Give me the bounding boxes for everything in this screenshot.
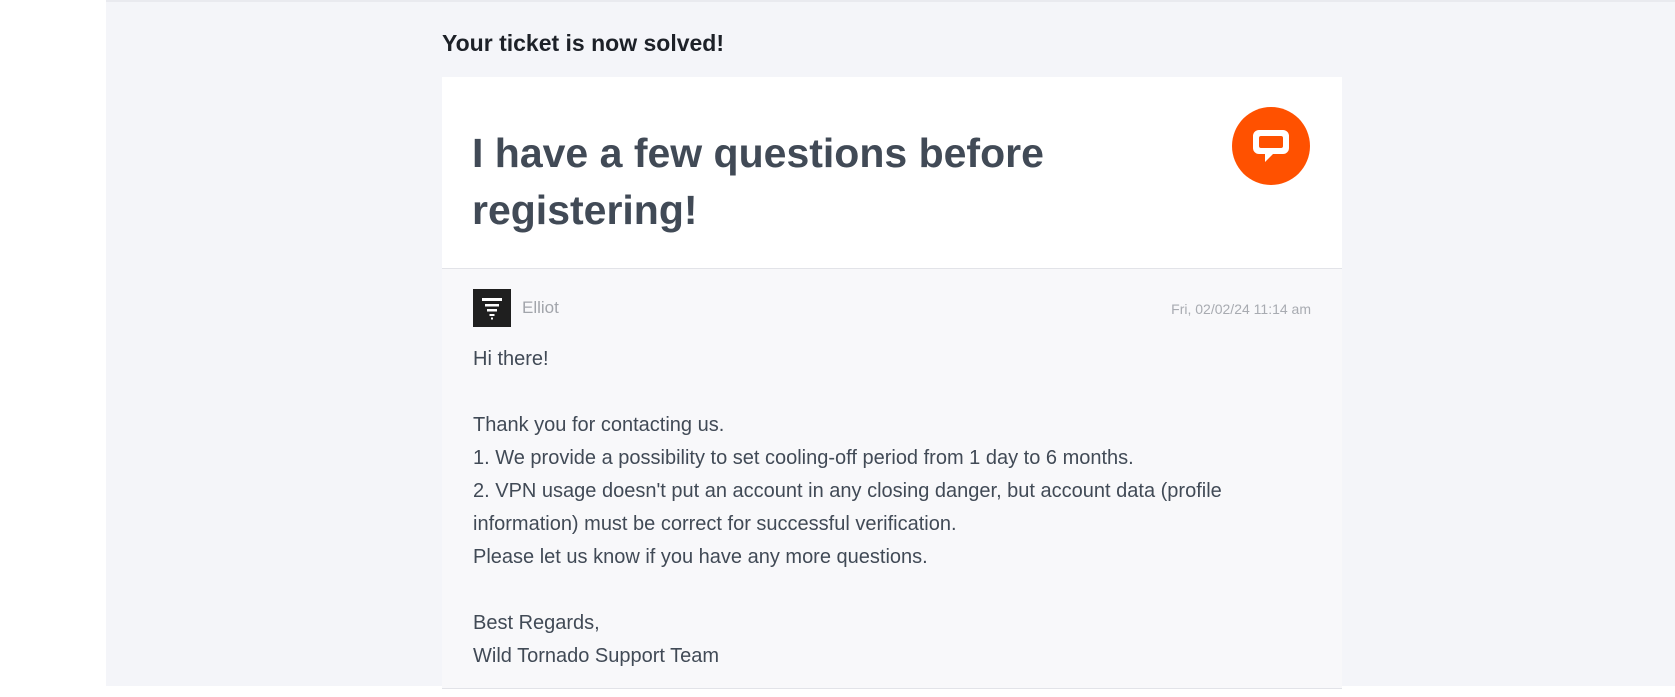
author-name: Elliot: [522, 298, 559, 317]
left-panel: [0, 0, 106, 686]
message-signoff: Best Regards,: [473, 612, 600, 634]
message-line: 1. We provide a possibility to set cooli…: [473, 447, 1134, 469]
main-area: Your ticket is now solved! I have a few …: [106, 0, 1675, 697]
ticket-title: I have a few questions before registerin…: [472, 130, 1044, 233]
status-heading: Your ticket is now solved!: [442, 30, 725, 56]
message-greeting: Hi there!: [473, 348, 549, 370]
message-line: Please let us know if you have any more …: [473, 546, 928, 568]
ticket-header: I have a few questions before registerin…: [442, 77, 1342, 269]
message-line: Thank you for contacting us.: [473, 414, 725, 436]
message-line: 2. VPN usage doesn't put an account in a…: [473, 480, 1222, 535]
tornado-logo-icon: [473, 289, 511, 327]
chat-bubble-icon: [1232, 107, 1310, 185]
ticket-card: I have a few questions before registerin…: [442, 77, 1342, 697]
message-body: Hi there! Thank you for contacting us. 1…: [473, 343, 1313, 673]
message-team: Wild Tornado Support Team: [473, 645, 720, 667]
message-timestamp: Fri, 02/02/24 11:14 am: [1171, 301, 1311, 317]
message: Elliot Fri, 02/02/24 11:14 am Hi there! …: [442, 269, 1342, 689]
